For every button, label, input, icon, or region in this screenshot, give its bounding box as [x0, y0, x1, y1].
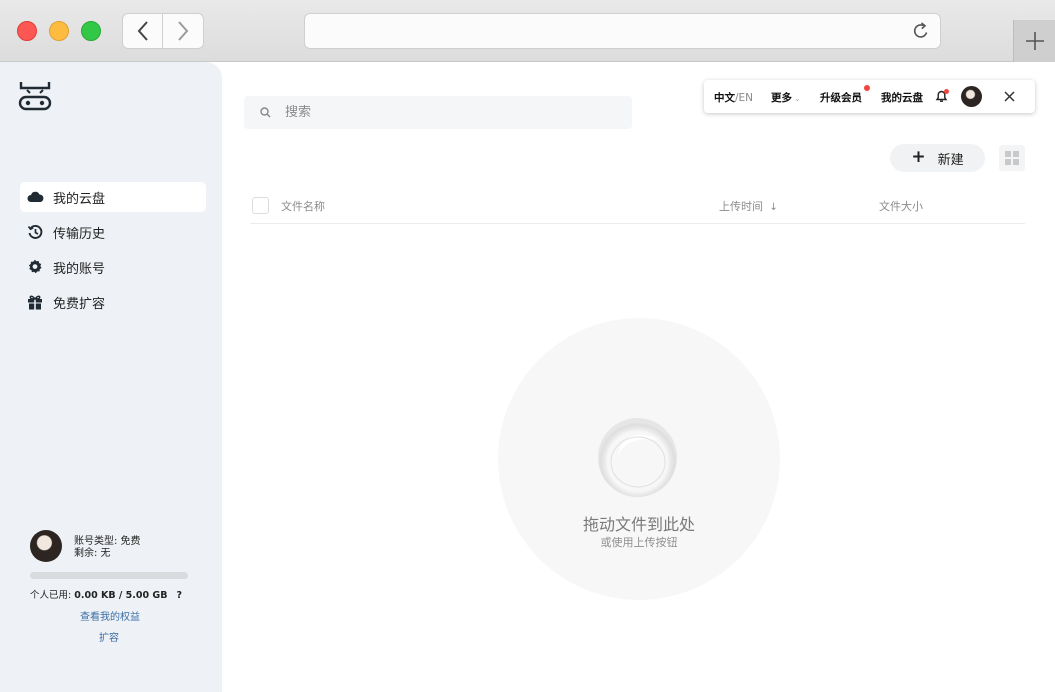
browser-toolbar	[0, 0, 1055, 62]
sidebar-item-label: 传输历史	[53, 226, 106, 242]
file-table-header: 文件名称 上传时间 ↓ 文件大小	[250, 188, 1025, 224]
lang-zh: 中文	[714, 92, 735, 104]
forward-button[interactable]	[163, 13, 204, 49]
address-bar[interactable]	[304, 13, 941, 49]
upload-drop-zone[interactable]: 拖动文件到此处 或使用上传按钮	[498, 318, 780, 600]
my-cloud-link[interactable]: 我的云盘	[881, 90, 923, 105]
gift-icon	[26, 293, 44, 311]
upload-ball-icon	[598, 418, 677, 497]
usage-value: 0.00 KB / 5.00 GB	[74, 590, 168, 601]
sidebar-item-my-account[interactable]: 我的账号	[20, 252, 206, 282]
help-icon[interactable]: ?	[176, 590, 182, 601]
language-switch[interactable]: 中文/EN	[714, 90, 753, 105]
select-all-checkbox[interactable]	[252, 197, 269, 214]
view-rights-link[interactable]: 查看我的权益	[80, 608, 140, 623]
storage-usage-text: 个人已用: 0.00 KB / 5.00 GB ?	[30, 587, 182, 601]
sidebar-item-transfer-history[interactable]: 传输历史	[20, 217, 206, 247]
more-label: 更多	[771, 92, 792, 104]
storage-usage-bar	[30, 572, 188, 579]
column-upload-time-label: 上传时间	[719, 200, 763, 213]
notification-dot	[944, 89, 949, 94]
minimize-window-button[interactable]	[49, 21, 69, 41]
new-button-label: 新建	[937, 152, 964, 168]
search-box[interactable]	[244, 96, 632, 129]
remaining-text: 剩余: 无	[74, 548, 111, 559]
grid-view-toggle[interactable]	[999, 145, 1025, 171]
sidebar-nav: 我的云盘 传输历史 我的账号 免费扩容	[20, 182, 206, 322]
upgrade-label: 升级会员	[820, 92, 862, 104]
account-info: 账号类型: 免费 剩余: 无	[74, 536, 141, 560]
usage-prefix: 个人已用:	[30, 590, 72, 601]
upgrade-badge-dot	[864, 85, 870, 91]
chevron-right-icon	[178, 21, 189, 41]
grid-icon	[1005, 151, 1019, 165]
sidebar-item-free-expand[interactable]: 免费扩容	[20, 287, 206, 317]
sidebar-item-my-cloud[interactable]: 我的云盘	[20, 182, 206, 212]
more-menu[interactable]: 更多 ⌄	[771, 90, 801, 105]
lang-en: EN	[738, 92, 754, 104]
sidebar-item-label: 免费扩容	[53, 296, 106, 312]
avatar[interactable]	[30, 530, 62, 562]
sidebar: 我的云盘 传输历史 我的账号 免费扩容 账号类型: 免费 剩余: 无 个人已用:…	[0, 62, 222, 692]
column-upload-time[interactable]: 上传时间 ↓	[719, 198, 778, 214]
cloud-icon	[26, 188, 44, 206]
drop-subtitle: 或使用上传按钮	[600, 536, 678, 549]
upgrade-button[interactable]: 升级会员	[820, 90, 862, 105]
chevron-left-icon	[137, 21, 148, 41]
search-input[interactable]	[285, 105, 585, 120]
sidebar-item-label: 我的账号	[53, 261, 106, 277]
account-type: 账号类型: 免费	[74, 536, 141, 547]
search-icon	[260, 107, 271, 118]
maximize-window-button[interactable]	[81, 21, 101, 41]
top-menu-bar: 中文/EN 更多 ⌄ 升级会员 我的云盘	[704, 80, 1035, 113]
my-cloud-label: 我的云盘	[881, 92, 923, 104]
column-file-size[interactable]: 文件大小	[879, 198, 923, 214]
reload-icon[interactable]	[911, 21, 931, 41]
robot-logo-icon[interactable]	[18, 80, 52, 124]
avatar[interactable]	[961, 86, 982, 107]
expand-link[interactable]: 扩容	[99, 629, 119, 644]
column-file-name[interactable]: 文件名称	[281, 198, 325, 214]
new-button[interactable]: + 新建	[890, 144, 985, 172]
back-button[interactable]	[122, 13, 163, 49]
close-icon[interactable]	[1004, 91, 1015, 105]
plus-icon: +	[911, 147, 926, 167]
sort-arrow-icon: ↓	[769, 202, 778, 213]
drop-title: 拖动文件到此处	[582, 515, 695, 534]
close-window-button[interactable]	[17, 21, 37, 41]
new-tab-button[interactable]	[1013, 20, 1055, 62]
sidebar-item-label: 我的云盘	[53, 191, 106, 207]
gear-icon	[26, 258, 44, 276]
history-icon	[26, 223, 44, 241]
plus-icon	[1025, 32, 1044, 50]
chevron-down-icon: ⌄	[794, 94, 801, 103]
